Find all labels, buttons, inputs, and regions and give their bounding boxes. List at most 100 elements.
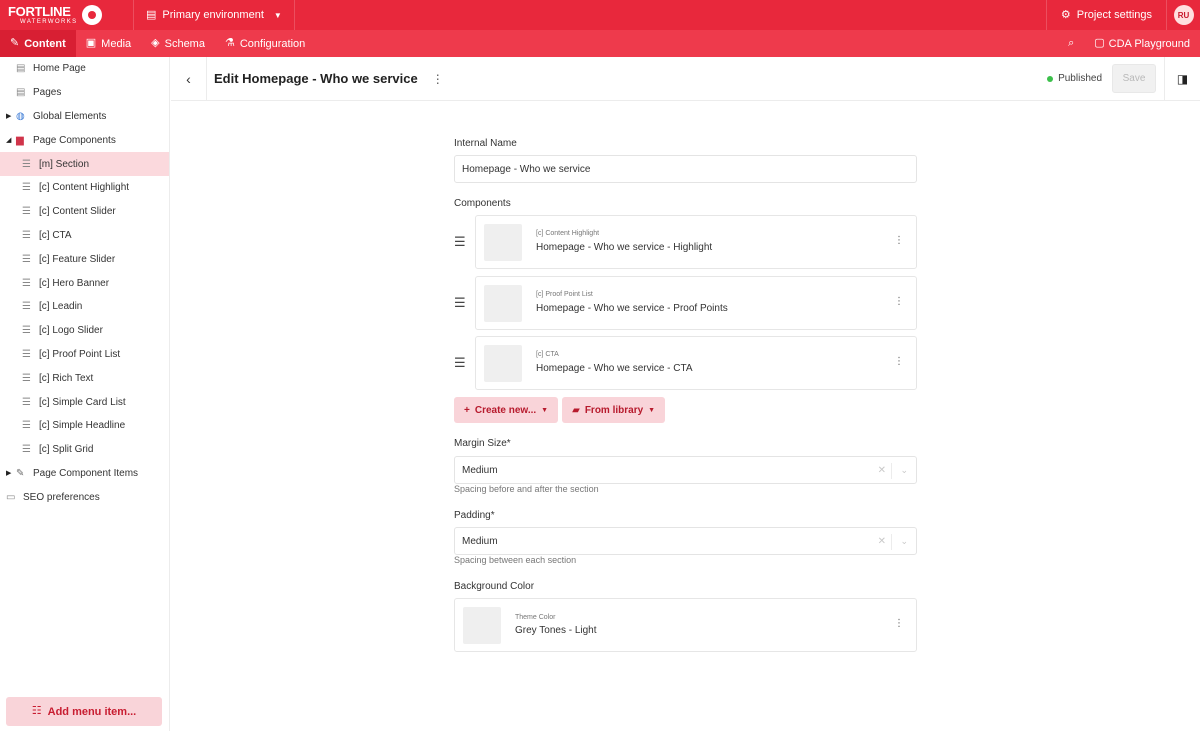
logo-sub: WATERWORKS	[20, 19, 78, 25]
sidebar-item-proof-point-list[interactable]: ☰ [c] Proof Point List	[0, 343, 169, 367]
account-menu[interactable]: RU	[1166, 0, 1200, 30]
caret-right-icon[interactable]: ▶	[6, 112, 16, 120]
chevron-down-icon: ▼	[541, 406, 549, 414]
sidebar-item-rich-text[interactable]: ☰ [c] Rich Text	[0, 366, 169, 390]
brand-logo[interactable]: FORTLINE WATERWORKS	[0, 0, 134, 30]
sidebar-item-split-grid[interactable]: ☰ [c] Split Grid	[0, 438, 169, 462]
from-library-label: From library	[584, 404, 644, 416]
list-icon: ☰	[22, 182, 31, 194]
sidebar-item-feature-slider[interactable]: ☰ [c] Feature Slider	[0, 247, 169, 271]
sidebar-item-leadin[interactable]: ☰ [c] Leadin	[0, 295, 169, 319]
search-icon: ⌕	[1068, 37, 1075, 49]
sidebar-item-pages[interactable]: ▤ Pages	[0, 81, 169, 105]
margin-size-help: Spacing before and after the section	[454, 484, 599, 494]
save-button[interactable]: Save	[1112, 64, 1156, 93]
chevron-down-icon: ▼	[648, 406, 656, 414]
status-dot-icon	[1047, 75, 1054, 82]
select-divider	[891, 463, 892, 479]
gear-icon: ⚙	[1060, 8, 1071, 21]
sidebar-toggle-button[interactable]: ◨	[1164, 56, 1200, 101]
back-button[interactable]: ‹	[171, 56, 207, 101]
select-divider	[891, 534, 892, 550]
cda-playground-button[interactable]: ▢ CDA Playground	[1084, 30, 1200, 57]
sidebar-item-label: [m] Section	[39, 158, 90, 170]
background-color-label: Background Color	[454, 581, 535, 592]
more-options-icon[interactable]: ⋮	[894, 235, 904, 246]
sidebar-item-logo-slider[interactable]: ☰ [c] Logo Slider	[0, 319, 169, 343]
padding-select[interactable]: Medium ✕ ⌄	[454, 527, 917, 555]
drag-handle-icon[interactable]: ☰	[454, 235, 468, 248]
more-options-icon[interactable]: ⋮	[894, 296, 904, 307]
clear-icon[interactable]: ✕	[878, 465, 886, 476]
list-icon: ☰	[22, 158, 31, 170]
internal-name-input[interactable]: Homepage - Who we service	[454, 155, 917, 183]
nav-schema[interactable]: ◈ Schema	[141, 30, 215, 57]
component-type: [c] Proof Point List	[536, 291, 593, 298]
flask-icon: ⚗	[224, 37, 235, 49]
nav-content[interactable]: ✎ Content	[0, 30, 76, 57]
search-button[interactable]: ⌕	[1058, 30, 1084, 57]
sidebar-item-content-highlight[interactable]: ☰ [c] Content Highlight	[0, 176, 169, 200]
chevron-down-icon[interactable]: ⌄	[900, 465, 908, 476]
component-thumbnail	[484, 345, 522, 382]
component-row: ☰ [c] CTA Homepage - Who we service - CT…	[454, 336, 917, 390]
sidebar-item-page-components[interactable]: ◢ ▆ Page Components	[0, 128, 169, 152]
component-thumbnail	[484, 285, 522, 322]
sidebar-item-cta[interactable]: ☰ [c] CTA	[0, 224, 169, 248]
component-card[interactable]: [c] CTA Homepage - Who we service - CTA …	[475, 336, 917, 390]
padding-label: Padding*	[454, 510, 495, 521]
drag-handle-icon[interactable]: ☰	[454, 296, 468, 309]
project-settings-button[interactable]: ⚙ Project settings	[1045, 0, 1166, 30]
sidebar-item-simple-card-list[interactable]: ☰ [c] Simple Card List	[0, 390, 169, 414]
sidebar-item-content-slider[interactable]: ☰ [c] Content Slider	[0, 200, 169, 224]
add-menu-item-button[interactable]: ☷ Add menu item...	[6, 697, 162, 726]
sidebar-item-page-component-items[interactable]: ▶ ✎ Page Component Items	[0, 462, 169, 486]
main-nav: ✎ Content ▣ Media ◈ Schema ⚗ Configurati…	[0, 30, 1200, 57]
caret-right-icon[interactable]: ▶	[6, 469, 16, 477]
sidebar-item-label: Home Page	[33, 63, 86, 75]
sidebar-item-label: [c] Content Slider	[39, 206, 116, 218]
sidebar-item-home-page[interactable]: ▤ Home Page	[0, 57, 169, 81]
sidebar-item-seo-preferences[interactable]: ▭ SEO preferences	[0, 485, 169, 509]
environment-selector[interactable]: ▤ Primary environment ▼	[134, 0, 295, 30]
sidebar-item-label: [c] Rich Text	[39, 372, 94, 384]
sidebar-item-label: [c] Logo Slider	[39, 325, 103, 337]
caret-down-icon[interactable]: ◢	[6, 136, 16, 144]
nav-configuration[interactable]: ⚗ Configuration	[215, 30, 315, 57]
padding-value: Medium	[462, 535, 498, 547]
create-new-button[interactable]: + Create new... ▼	[454, 397, 559, 423]
component-card[interactable]: [c] Proof Point List Homepage - Who we s…	[475, 276, 917, 330]
component-row: ☰ [c] Proof Point List Homepage - Who we…	[454, 276, 917, 330]
database-icon: ▤	[146, 8, 157, 21]
component-card[interactable]: [c] Content Highlight Homepage - Who we …	[475, 215, 917, 269]
sidebar-item-section[interactable]: ☰ [m] Section	[0, 152, 169, 176]
environment-label: Primary environment	[162, 9, 264, 21]
list-icon: ☰	[22, 444, 31, 456]
list-icon: ☰	[22, 325, 31, 337]
nav-media[interactable]: ▣ Media	[76, 30, 141, 57]
terminal-icon: ▢	[1094, 37, 1105, 49]
status-label: Published	[1058, 73, 1102, 84]
briefcase-icon: ▭	[6, 491, 16, 503]
clear-icon[interactable]: ✕	[878, 536, 886, 547]
drag-handle-icon[interactable]: ☰	[454, 356, 468, 369]
from-library-button[interactable]: ▰ From library ▼	[562, 397, 666, 423]
logo-mark-icon	[81, 5, 102, 25]
sidebar-item-label: Page Component Items	[33, 467, 139, 479]
sidebar-item-simple-headline[interactable]: ☰ [c] Simple Headline	[0, 414, 169, 438]
more-options-icon[interactable]: ⋮	[894, 356, 904, 367]
background-color-card[interactable]: Theme Color Grey Tones - Light ⋮	[454, 598, 917, 652]
create-new-label: Create new...	[474, 404, 537, 416]
more-options-icon[interactable]: ⋮	[894, 618, 904, 629]
edit-icon: ✎	[10, 37, 20, 49]
sidebar-item-hero-banner[interactable]: ☰ [c] Hero Banner	[0, 271, 169, 295]
component-title: Homepage - Who we service - Proof Points	[536, 303, 728, 314]
chevron-down-icon[interactable]: ⌄	[900, 536, 908, 547]
background-color-type: Theme Color	[515, 614, 556, 621]
more-options-icon[interactable]: ⋮	[432, 72, 444, 86]
status-badge: Published	[1047, 73, 1102, 84]
nav-configuration-label: Configuration	[239, 37, 306, 50]
margin-size-select[interactable]: Medium ✕ ⌄	[454, 456, 917, 484]
sidebar-item-label: Page Components	[33, 134, 116, 146]
sidebar-item-global-elements[interactable]: ▶ ◍ Global Elements	[0, 105, 169, 129]
